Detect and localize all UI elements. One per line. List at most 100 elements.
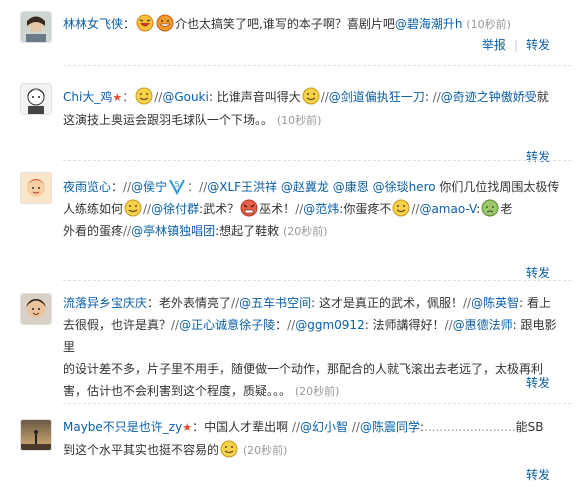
grinning-face-icon: [135, 87, 153, 105]
mention-link[interactable]: @亭林镇独唱团: [131, 224, 215, 238]
repost-button[interactable]: 转发: [526, 468, 550, 482]
mention-link[interactable]: @康恩: [333, 180, 369, 194]
comment-username[interactable]: 林林女飞侠: [63, 17, 123, 31]
mention-link[interactable]: @范炜: [303, 202, 339, 216]
colon: ：: [187, 180, 200, 194]
mention-link[interactable]: @陈英智: [471, 296, 519, 310]
comment-text: 外看的蛋疼: [63, 224, 124, 238]
mention-link[interactable]: @奇迹之钟傲娇受: [441, 90, 537, 104]
timestamp: (20秒前): [242, 444, 288, 457]
mention-link[interactable]: @碧海潮升h: [395, 17, 463, 31]
repost-separator: //: [351, 420, 360, 434]
repost-separator: //: [320, 90, 329, 104]
comment-text: 能SB: [515, 420, 544, 434]
comment-username[interactable]: 夜雨览心: [63, 180, 111, 194]
comment-text: :武术？: [199, 202, 240, 216]
comment-item: Maybe不只是也许_zy★：中国人才辈出啊 //@幻小智 //@陈震同学:..…: [0, 408, 583, 494]
comment-text: 害，估计也不会利害到这个程度，质疑。。。: [63, 384, 292, 398]
ellipsis-text: ........................: [424, 420, 516, 434]
mention-link[interactable]: @amao-V: [419, 202, 476, 216]
comment-text: : 看上: [519, 296, 551, 310]
mention-link[interactable]: @ggm0912: [295, 318, 364, 332]
comment-text: : 这才是真正的武术，佩服！: [311, 296, 464, 310]
divider: [63, 65, 571, 66]
comment-text: 老外表情亮了: [159, 296, 232, 310]
comment-text: 老: [500, 202, 513, 216]
avatar[interactable]: [21, 420, 51, 450]
colon: ：: [192, 420, 205, 434]
mention-link[interactable]: @剑道偏执狂一刀: [329, 90, 425, 104]
colon: ：: [147, 296, 160, 310]
comment-item: 林林女飞侠： 介也太搞笑了吧,谁写的本子啊？喜剧片吧@碧海潮升h (10秒前) 举…: [0, 0, 583, 60]
mention-link[interactable]: @正心诚意徐子陵: [179, 318, 275, 332]
mention-link[interactable]: @XLF王洪祥: [207, 180, 277, 194]
mention-link[interactable]: @徐琰hero: [373, 180, 436, 194]
grinning-face-icon: [392, 199, 410, 217]
timestamp: (20秒前): [283, 225, 328, 238]
comment-text: 到这个水平其实也挺不容易的: [63, 443, 220, 457]
laughing-face-icon: [136, 14, 154, 32]
repost-separator: //: [231, 296, 240, 310]
mention-link[interactable]: @五车书空间: [239, 296, 311, 310]
mention-link[interactable]: @徐付群: [151, 202, 199, 216]
repost-separator: //: [123, 224, 132, 238]
mention-link[interactable]: @陈震同学: [360, 420, 420, 434]
comment-username[interactable]: Chi大_鸡: [63, 90, 112, 104]
vip-badge-icon: ★: [182, 421, 193, 434]
divider: [63, 280, 571, 281]
report-button[interactable]: 举报: [482, 38, 506, 52]
repost-button[interactable]: 转发: [526, 150, 550, 164]
avatar[interactable]: [21, 173, 51, 203]
mention-link[interactable]: @侯宁: [131, 180, 167, 194]
avatar[interactable]: [21, 294, 51, 324]
repost-separator: //: [291, 420, 301, 434]
mention-link[interactable]: @惠德法师: [453, 318, 513, 332]
divider: [63, 160, 571, 161]
mention-link[interactable]: @赵冀龙: [281, 180, 329, 194]
angry-face-icon: [240, 199, 258, 217]
comment-username[interactable]: 流落异乡宝庆庆: [63, 296, 147, 310]
colon: ：: [111, 180, 124, 194]
divider: |: [513, 38, 518, 52]
mention-link[interactable]: @Gouki: [162, 90, 209, 104]
comment-text: 中国人才辈出啊: [204, 420, 289, 434]
comment-text: 人练练如何: [63, 202, 124, 216]
avatar[interactable]: [21, 84, 51, 114]
grinning-face-icon: [220, 440, 238, 458]
timestamp: (10秒前): [276, 114, 322, 127]
comment-actions: 转发: [526, 148, 550, 165]
comment-actions: 转发: [526, 466, 550, 483]
divider: [63, 403, 571, 404]
level-badge-icon: 5: [168, 177, 186, 195]
repost-separator: //: [143, 202, 152, 216]
grinning-face-icon: [124, 199, 142, 217]
comment-text: 去很假，也许是真？: [63, 318, 172, 332]
comment-text: 就: [536, 90, 549, 104]
comment-text: : 比谁声音叫得大: [208, 90, 301, 104]
comment-item: Chi大_鸡★：//@Gouki: 比谁声音叫得大//@剑道偏执狂一刀: //@…: [0, 68, 583, 164]
repost-button[interactable]: 转发: [526, 266, 550, 280]
comment-username[interactable]: Maybe不只是也许_zy: [63, 420, 182, 434]
svg-text:5: 5: [175, 180, 180, 189]
comment-feed: 林林女飞侠： 介也太搞笑了吧,谁写的本子啊？喜剧片吧@碧海潮升h (10秒前) 举…: [0, 0, 583, 494]
comment-text: :你蛋疼不: [339, 202, 392, 216]
vip-badge-icon: ★: [112, 91, 123, 104]
comment-text: 你们几位找周围太极传: [439, 180, 560, 194]
mention-link[interactable]: @幻小智: [300, 420, 348, 434]
grinning-face-icon: [156, 14, 174, 32]
comment-text: :想起了鞋敕: [215, 224, 280, 238]
repost-separator: //: [171, 318, 180, 332]
avatar[interactable]: [21, 12, 51, 42]
timestamp: (10秒前): [466, 18, 511, 31]
comment-text: 这演技上奥运会跟羽毛球队一个下场。。: [63, 113, 274, 127]
comment-actions: 转发: [526, 264, 550, 281]
colon: ：: [275, 318, 288, 332]
timestamp: (20秒前): [294, 385, 340, 398]
repost-button[interactable]: 转发: [526, 376, 550, 390]
comment-text: : 法师講得好！: [364, 318, 445, 332]
colon: :: [424, 90, 433, 104]
comment-text: 的设计差不多，片子里不用手，随便做一个动作，那配合的人就飞滚出去老远了，太极再利: [63, 362, 544, 376]
repost-button[interactable]: 转发: [526, 38, 550, 52]
sick-face-icon: [481, 199, 499, 217]
colon: :: [476, 202, 481, 216]
